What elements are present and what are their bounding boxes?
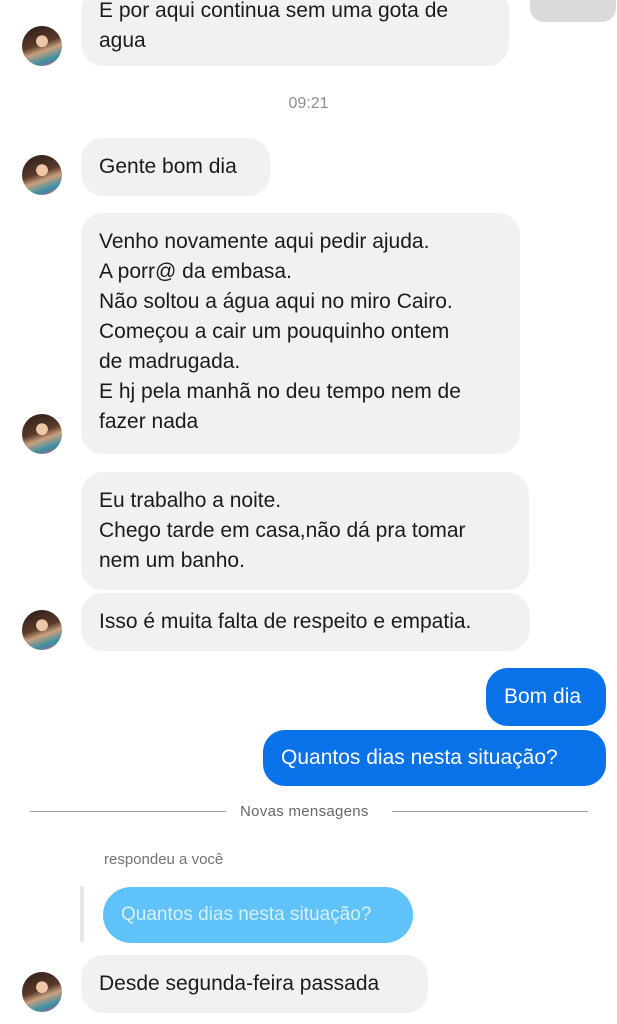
quoted-message-text: Quantos dias nesta situação?	[121, 904, 372, 925]
message-text: fazer nada	[99, 410, 199, 433]
message-text: E hj pela manhã no deu tempo nem de	[99, 380, 461, 403]
incoming-message-bubble[interactable]: E por aqui continua sem uma gota de agua	[81, 0, 509, 66]
message-text: Isso é muita falta de respeito e empatia…	[99, 610, 472, 633]
message-text: Gente bom dia	[99, 155, 237, 178]
message-timestamp: 09:21	[288, 95, 329, 112]
incoming-message-bubble[interactable]: Gente bom dia	[81, 138, 270, 196]
message-text: agua	[99, 29, 146, 52]
message-text: nem um banho.	[99, 549, 245, 572]
message-text: Desde segunda-feira passada	[99, 972, 380, 995]
message-text: Começou a cair um pouquinho ontem	[99, 320, 450, 343]
incoming-message-bubble[interactable]: Desde segunda-feira passada	[81, 955, 428, 1013]
reply-label: respondeu a você	[104, 851, 224, 868]
top-right-overlay	[530, 0, 616, 22]
message-text: A porr@ da embasa.	[99, 260, 292, 283]
message-text: Chego tarde em casa,não dá pra tomar	[99, 519, 466, 542]
sender-avatar[interactable]	[22, 414, 62, 454]
outgoing-message-bubble[interactable]: Bom dia	[486, 668, 606, 726]
message-text: Não soltou a água aqui no miro Cairo.	[99, 290, 453, 313]
divider-right-line	[392, 811, 588, 812]
incoming-message-bubble[interactable]: Isso é muita falta de respeito e empatia…	[81, 593, 530, 651]
sender-avatar[interactable]	[22, 155, 62, 195]
sender-avatar[interactable]	[22, 610, 62, 650]
message-text: Eu trabalho a noite.	[99, 489, 282, 512]
new-messages-divider-label: Novas mensagens	[240, 803, 369, 820]
incoming-message-bubble[interactable]: Eu trabalho a noite. Chego tarde em casa…	[81, 472, 529, 590]
message-text: Venho novamente aqui pedir ajuda.	[99, 230, 430, 253]
outgoing-message-bubble[interactable]: Quantos dias nesta situação?	[263, 730, 606, 786]
sender-avatar[interactable]	[22, 26, 62, 66]
message-text: de madrugada.	[99, 350, 241, 373]
message-text: Bom dia	[504, 685, 582, 708]
quoted-message-bubble[interactable]: Quantos dias nesta situação?	[103, 887, 413, 943]
message-text: E por aqui continua sem uma gota de	[99, 0, 449, 22]
incoming-message-bubble[interactable]: Venho novamente aqui pedir ajuda. A porr…	[81, 213, 520, 454]
reply-quote-bar	[80, 886, 84, 942]
divider-left-line	[30, 811, 226, 812]
message-text: Quantos dias nesta situação?	[281, 746, 558, 769]
sender-avatar[interactable]	[22, 972, 62, 1012]
